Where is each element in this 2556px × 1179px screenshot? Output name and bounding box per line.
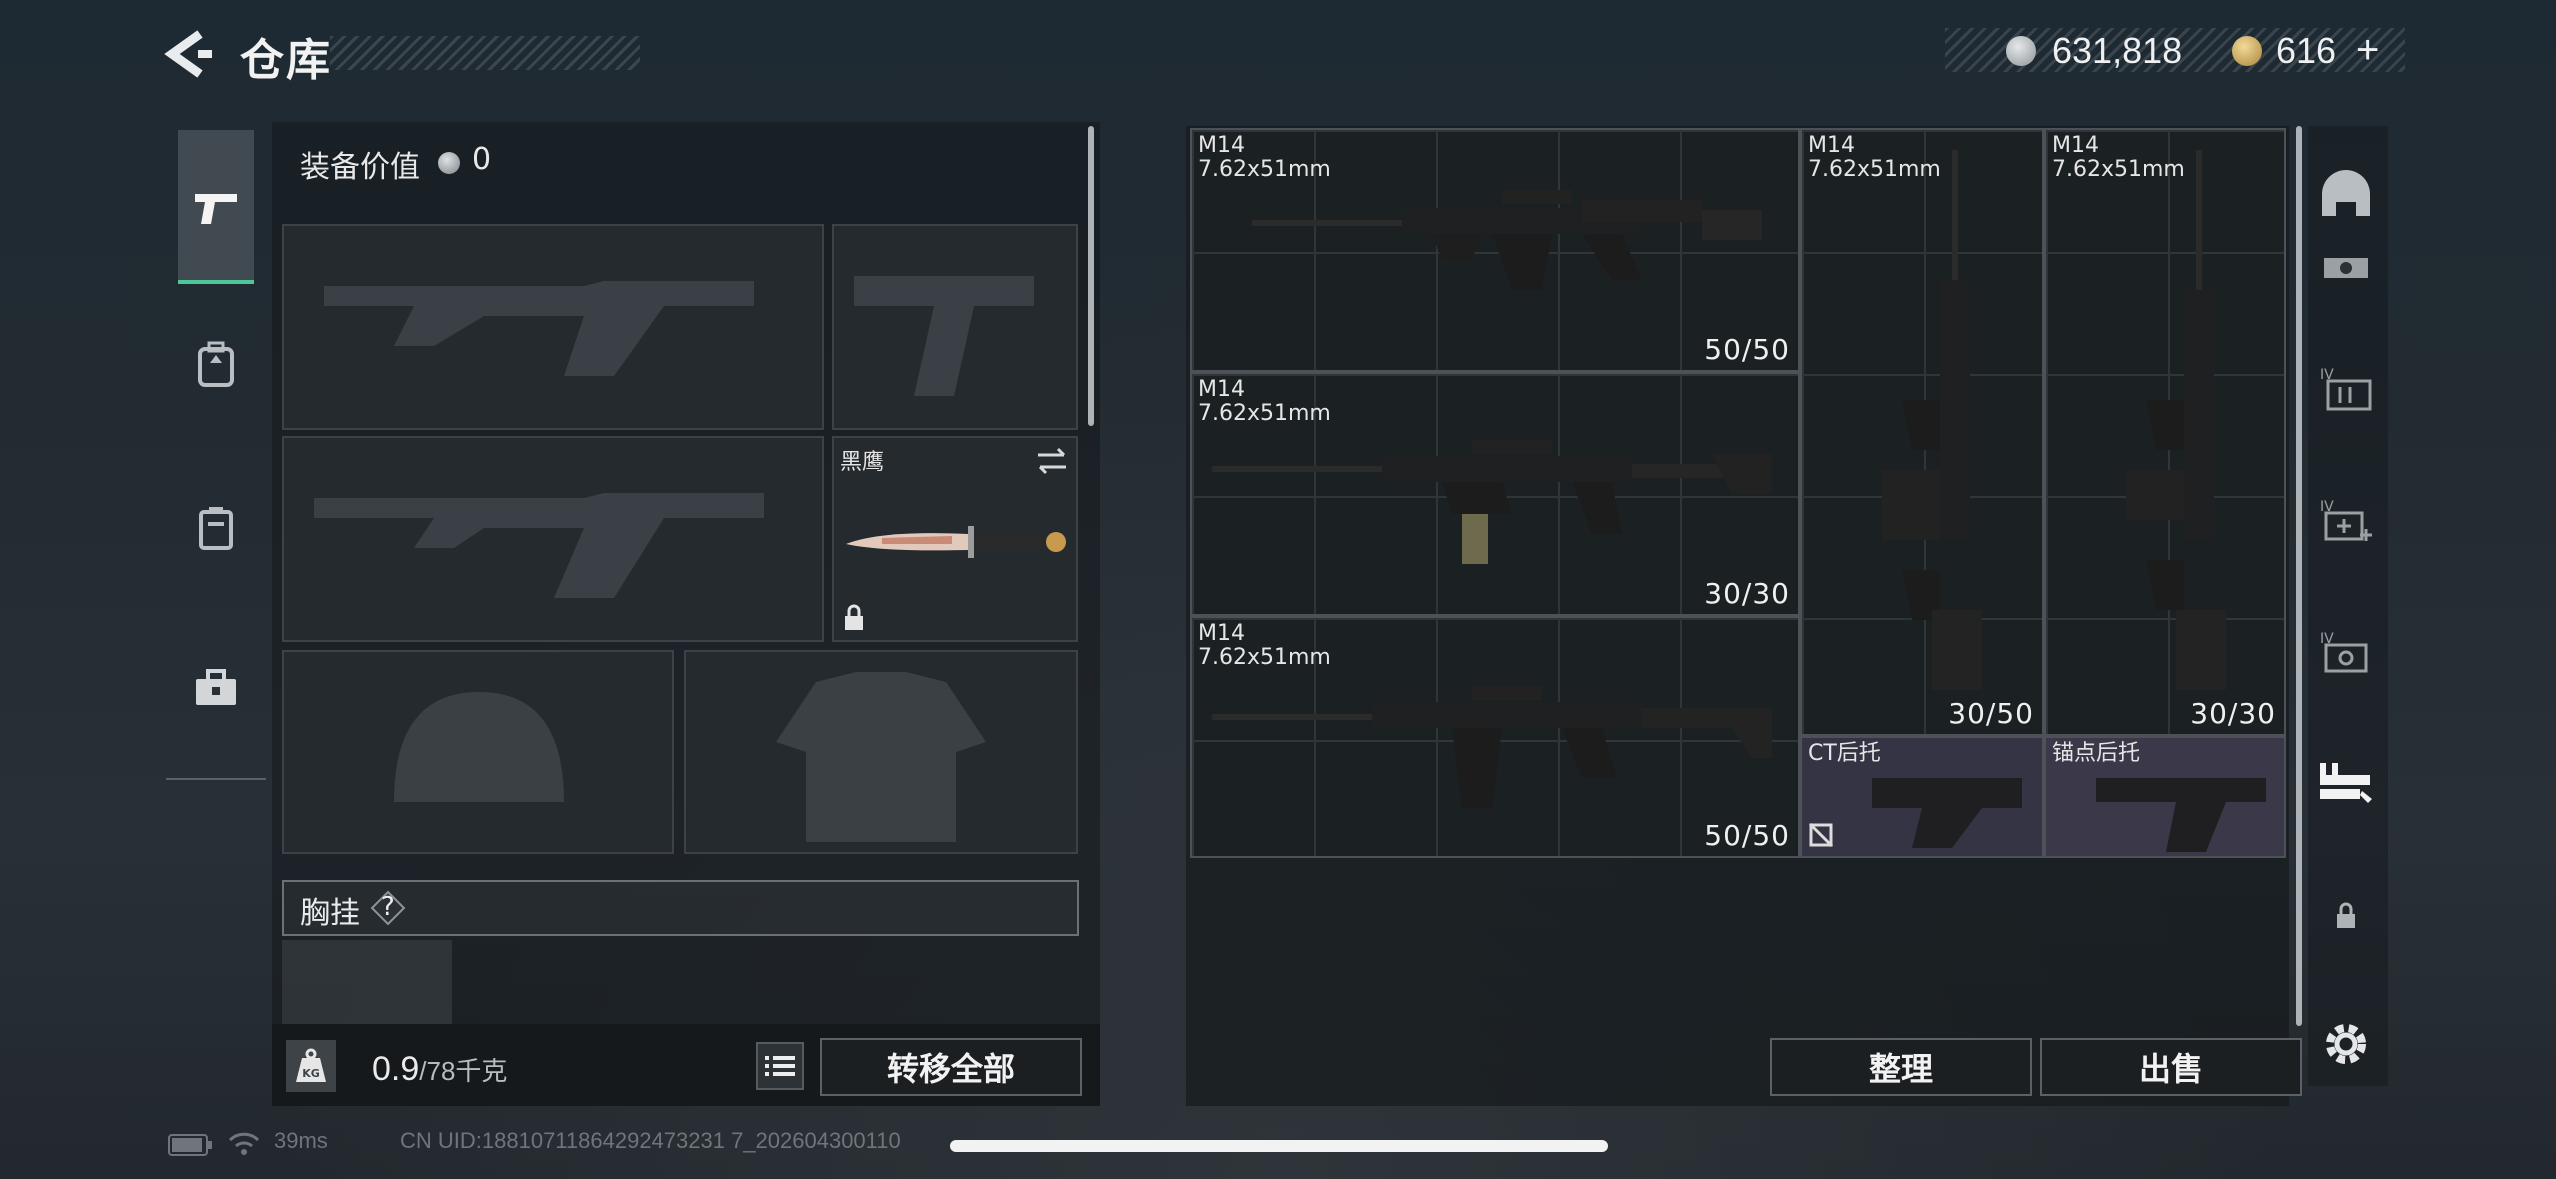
item-name: M14 xyxy=(1198,621,1245,646)
helmet-slot[interactable] xyxy=(282,650,674,854)
lock-icon xyxy=(842,604,866,636)
primary-weapon-slot[interactable] xyxy=(282,224,824,430)
page-title: 仓库 xyxy=(240,35,332,86)
sidearm-slot[interactable] xyxy=(832,224,1078,430)
item-name: M14 xyxy=(1198,377,1245,402)
pistol-icon[interactable] xyxy=(192,184,240,232)
storage-item[interactable]: CT后托 xyxy=(1800,736,2044,858)
silver-coin-icon xyxy=(438,152,460,174)
stock-image xyxy=(2096,778,2266,852)
item-ammo-type: 7.62x51mm xyxy=(1198,401,1331,426)
rifle-image-vertical xyxy=(1882,150,1982,690)
gold-coin-icon xyxy=(2232,36,2262,66)
weight-icon: KG xyxy=(286,1040,336,1092)
helmet-filter-icon[interactable] xyxy=(2314,162,2378,226)
home-indicator[interactable] xyxy=(950,1140,1608,1152)
help-mark: ? xyxy=(381,892,395,922)
briefcase-icon[interactable] xyxy=(192,664,240,712)
item-count: 30/30 xyxy=(1704,577,1790,610)
chest-rig-label: 胸挂 xyxy=(300,896,360,931)
swap-icon[interactable] xyxy=(1034,446,1070,480)
help-icon[interactable]: ? xyxy=(370,890,406,926)
item-count: 30/50 xyxy=(1948,697,2034,730)
sort-button[interactable]: 整理 xyxy=(1770,1038,2032,1096)
item-ammo-type: 7.62x51mm xyxy=(1198,645,1331,670)
wifi-icon xyxy=(228,1130,260,1160)
equipment-filter-icon[interactable]: IV xyxy=(2314,620,2378,684)
silver-coin-icon xyxy=(2006,36,2036,66)
item-count: 50/50 xyxy=(1704,819,1790,852)
locked-filter-icon[interactable] xyxy=(2314,884,2378,948)
weight-current: 0.9 xyxy=(372,1050,420,1088)
add-currency-button[interactable]: + xyxy=(2356,28,2379,73)
rifle-image xyxy=(1252,190,1762,290)
currency-secondary: 616 xyxy=(2276,30,2337,71)
list-view-button[interactable] xyxy=(756,1042,804,1090)
tool-filter-icon[interactable] xyxy=(2314,238,2378,302)
ammo-case-filter-icon[interactable]: IV xyxy=(2314,356,2378,420)
medkit-filter-icon[interactable]: IV xyxy=(2314,488,2378,552)
weight-max: /78千克 xyxy=(419,1056,508,1086)
stock-image xyxy=(1872,778,2022,848)
ping-text: 39ms xyxy=(274,1128,328,1153)
item-count: 30/30 xyxy=(2190,697,2276,730)
storage-scrollbar[interactable] xyxy=(2296,126,2302,1026)
locker-icon[interactable] xyxy=(192,504,240,552)
melee-slot[interactable]: 黑鹰 xyxy=(832,436,1078,642)
storage-item[interactable]: M14 7.62x51mm 50/50 xyxy=(1190,616,1800,858)
currency-primary: 631,818 xyxy=(2052,30,2183,71)
uid-text: CN UID:18810711864292473231 7_2026043001… xyxy=(400,1128,901,1153)
secondary-weapon-slot[interactable] xyxy=(282,436,824,642)
unmodifiable-icon xyxy=(1808,822,1834,852)
transfer-all-button[interactable]: 转移全部 xyxy=(820,1038,1082,1096)
rifle-image-vertical xyxy=(2126,150,2226,690)
sell-button[interactable]: 出售 xyxy=(2040,1038,2302,1096)
item-name: CT后托 xyxy=(1808,741,1881,766)
title-decoration xyxy=(330,36,640,70)
storage-item[interactable]: M14 7.62x51mm 30/30 xyxy=(1190,372,1800,616)
storage-item[interactable]: M14 7.62x51mm 30/50 xyxy=(1800,128,2044,736)
backpack-icon[interactable] xyxy=(192,340,240,388)
settings-gear-icon[interactable] xyxy=(2314,1012,2378,1076)
equipment-value-label: 装备价值 xyxy=(300,150,420,185)
battery-icon xyxy=(168,1134,214,1160)
back-arrow-icon[interactable] xyxy=(160,28,216,80)
attachment-filter-icon[interactable] xyxy=(2314,750,2378,814)
item-name: M14 xyxy=(1198,133,1245,158)
rifle-image xyxy=(1212,686,1772,808)
rifle-image xyxy=(1212,440,1772,564)
knife-image xyxy=(842,522,1074,566)
storage-item[interactable]: M14 7.62x51mm 30/30 xyxy=(2044,128,2286,736)
armor-slot[interactable] xyxy=(684,650,1078,854)
equipment-value: 0 xyxy=(472,142,492,177)
svg-text:KG: KG xyxy=(302,1067,320,1080)
melee-name: 黑鹰 xyxy=(840,450,885,475)
carry-weight: 0.9/78千克 xyxy=(372,1050,507,1089)
storage-item[interactable]: 锚点后托 xyxy=(2044,736,2286,858)
item-count: 50/50 xyxy=(1704,333,1790,366)
loadout-scrollbar[interactable] xyxy=(1088,126,1094,426)
storage-item[interactable]: M14 7.62x51mm 50/50 xyxy=(1190,128,1800,372)
